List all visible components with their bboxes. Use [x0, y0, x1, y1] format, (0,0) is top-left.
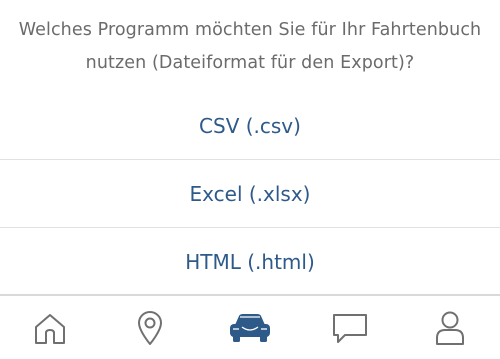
bottom-tab-bar: [0, 296, 500, 359]
question-line-2: nutzen (Dateiformat für den Export)?: [85, 53, 415, 73]
home-icon: [35, 313, 65, 344]
question-line-1: Welches Programm möchten Sie für Ihr Fah…: [18, 20, 482, 40]
option-csv[interactable]: CSV (.csv): [0, 92, 500, 160]
chat-icon: [333, 313, 367, 343]
user-icon: [436, 311, 464, 345]
export-format-screen: Welches Programm möchten Sie für Ihr Fah…: [0, 0, 500, 359]
car-icon: [230, 313, 270, 342]
tab-messages[interactable]: [300, 296, 400, 359]
option-excel[interactable]: Excel (.xlsx): [0, 160, 500, 228]
tab-vehicle[interactable]: [200, 296, 300, 359]
tab-profile[interactable]: [400, 296, 500, 359]
tab-location[interactable]: [100, 296, 200, 359]
question-text: Welches Programm möchten Sie für Ihr Fah…: [0, 14, 500, 80]
tab-home[interactable]: [0, 296, 100, 359]
format-options-list: CSV (.csv) Excel (.xlsx) HTML (.html): [0, 92, 500, 296]
option-html[interactable]: HTML (.html): [0, 228, 500, 296]
location-pin-icon: [138, 310, 162, 345]
